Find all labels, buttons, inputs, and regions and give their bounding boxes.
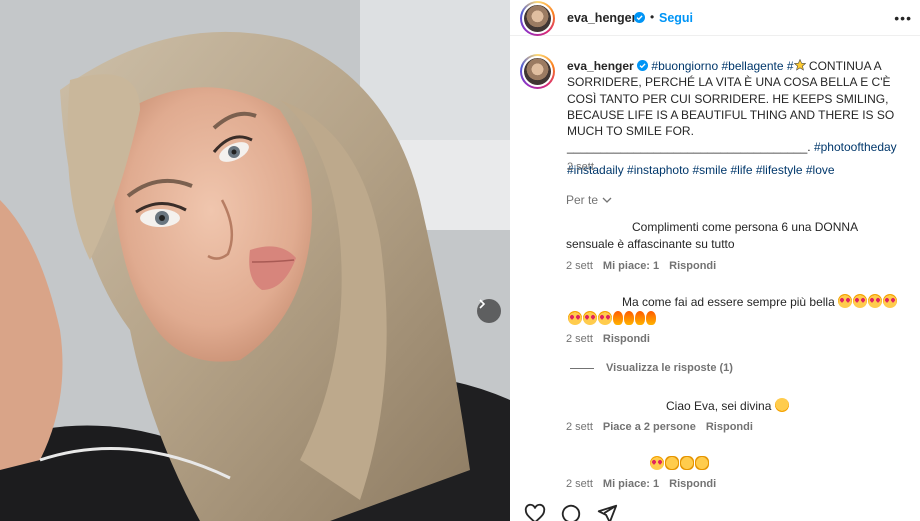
hashtag-link[interactable]: # (787, 59, 794, 73)
sort-label: Per te (566, 193, 599, 207)
more-options-icon[interactable]: ••• (894, 10, 912, 26)
comment-likes[interactable]: Mi piace: 1 (603, 478, 659, 490)
chevron-down-icon (602, 197, 612, 203)
star-icon (793, 58, 806, 71)
comment-timestamp[interactable]: 2 sett (566, 478, 593, 490)
author-avatar[interactable] (520, 1, 555, 36)
comment-text: Ma come fai ad essere sempre più bella (622, 295, 835, 309)
heart-eyes-emoji-icon (883, 294, 898, 308)
reply-button[interactable]: Rispondi (669, 478, 716, 490)
comment-likes[interactable]: Piace a 2 persone (603, 421, 696, 433)
verified-badge-icon (634, 12, 645, 23)
comment-text: Ciao Eva, sei divina (666, 399, 772, 413)
fire-emoji-icon (635, 311, 645, 325)
hashtag-link[interactable]: #photooftheday (814, 140, 897, 154)
commenter-avatar[interactable] (524, 455, 556, 487)
comment-body (650, 456, 710, 473)
comment-timestamp[interactable]: 2 sett (566, 260, 593, 272)
hashtag-link[interactable]: #lifestyle (756, 163, 803, 177)
caption-username[interactable]: eva_henger (567, 59, 634, 73)
heart-eyes-emoji-icon (868, 294, 883, 308)
comment-timestamp[interactable]: 2 sett (566, 421, 593, 433)
comment-likes[interactable]: Mi piace: 1 (603, 260, 659, 272)
comment-meta: 2 sett Piace a 2 persone Rispondi (566, 421, 753, 433)
comment-sort-dropdown[interactable]: Per te (566, 193, 613, 207)
send-icon[interactable] (596, 503, 618, 521)
heart-eyes-emoji-icon (838, 294, 853, 308)
reply-button[interactable]: Rispondi (669, 260, 716, 272)
post-photo[interactable] (0, 0, 510, 521)
follow-button[interactable]: Segui (659, 11, 693, 25)
hashtag-link[interactable]: #bellagente (721, 59, 783, 73)
caption-rule: ____________________________________. (567, 140, 811, 155)
caption-hashtags: #instadaily #instaphoto #smile #life #li… (567, 162, 920, 178)
comment-body: Ma come fai ad essere sempre più bella (622, 294, 920, 311)
comment-icon[interactable] (560, 503, 582, 521)
clapping-emoji-icon (665, 456, 679, 470)
post-header: eva_henger • Segui ••• (510, 0, 920, 36)
comment-meta: 2 sett Mi piace: 1 Rispondi (566, 260, 716, 272)
header-separator: • (650, 10, 655, 24)
commenter-avatar[interactable] (524, 398, 556, 430)
comment-timestamp[interactable]: 2 sett (566, 333, 593, 345)
next-photo-button[interactable] (477, 299, 501, 323)
post-action-bar (524, 503, 618, 521)
hugging-emoji-icon (774, 398, 789, 412)
hashtag-link[interactable]: #love (806, 163, 835, 177)
comment-body: Ciao Eva, sei divina (666, 398, 790, 415)
caption-avatar[interactable] (520, 54, 555, 89)
caption-timestamp[interactable]: 2 sett (567, 161, 594, 173)
clapping-emoji-icon (695, 456, 709, 470)
post-caption: eva_henger #buongiorno #bellagente # CON… (567, 58, 920, 178)
post-side-panel: eva_henger • Segui ••• eva_henger #buong… (510, 0, 920, 521)
view-replies-label: Visualizza le risposte (1) (606, 362, 733, 374)
heart-eyes-emoji-icon (568, 311, 582, 325)
header-username[interactable]: eva_henger (567, 11, 636, 25)
commenter-avatar[interactable] (524, 294, 556, 326)
portrait-illustration (0, 0, 510, 521)
hashtag-link[interactable]: #buongiorno (651, 59, 718, 73)
heart-eyes-emoji-icon (583, 311, 597, 325)
hashtag-link[interactable]: #instaphoto (627, 163, 689, 177)
heart-eyes-emoji-icon (598, 311, 612, 325)
fire-emoji-icon (613, 311, 623, 325)
comment-meta: 2 sett Mi piace: 1 Rispondi (566, 478, 716, 490)
chevron-right-icon (479, 299, 486, 309)
comment-meta: 2 sett Rispondi (566, 333, 650, 345)
heart-icon[interactable] (524, 503, 546, 521)
commenter-avatar[interactable] (524, 219, 556, 251)
fire-emoji-icon (646, 311, 656, 325)
hashtag-link[interactable]: #life (730, 163, 752, 177)
clapping-emoji-icon (680, 456, 694, 470)
comment-emoji-line (568, 311, 657, 328)
verified-badge-icon (637, 60, 649, 71)
heart-eyes-emoji-icon (650, 456, 664, 470)
fire-emoji-icon (624, 311, 634, 325)
view-replies-button[interactable]: Visualizza le risposte (1) (570, 362, 733, 374)
replies-divider (570, 367, 594, 369)
heart-eyes-emoji-icon (853, 294, 868, 308)
reply-button[interactable]: Rispondi (706, 421, 753, 433)
comment-text: Complimenti come persona 6 una DONNA sen… (566, 220, 858, 251)
hashtag-link[interactable]: #smile (692, 163, 727, 177)
reply-button[interactable]: Rispondi (603, 333, 650, 345)
